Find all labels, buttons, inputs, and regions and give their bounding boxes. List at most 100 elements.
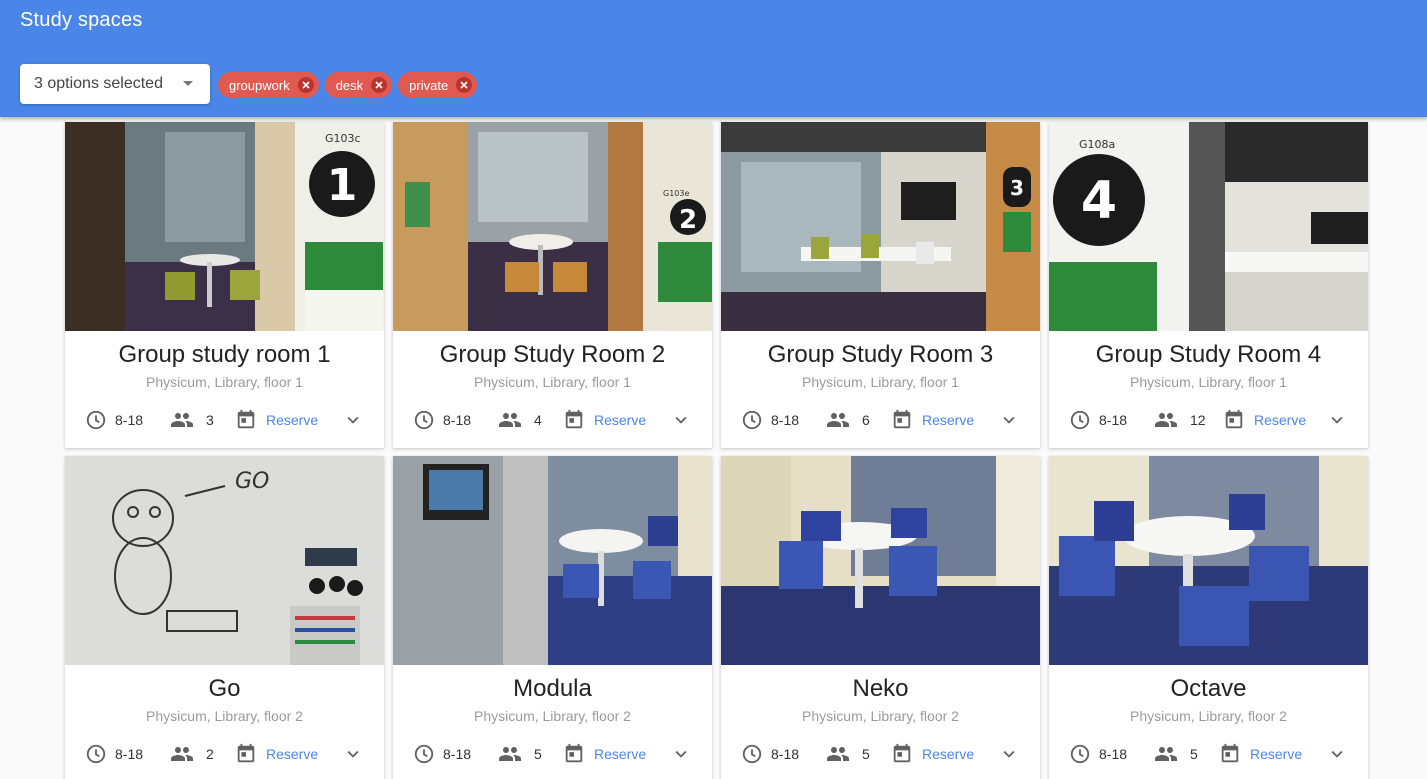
capacity-text: 12 [1190, 412, 1206, 428]
reserve-button[interactable]: Reserve [1254, 412, 1306, 428]
space-name: Modula [513, 675, 592, 702]
space-location: Physicum, Library, floor 1 [1130, 374, 1287, 390]
reserve-link[interactable]: Reserve [1223, 407, 1306, 433]
reserve-button[interactable]: Reserve [922, 412, 974, 428]
card-actions: 8-18 3 Reserve [65, 407, 384, 433]
reserve-link[interactable]: Reserve [563, 741, 646, 767]
opening-hours: 8-18 [85, 741, 143, 767]
space-name: Neko [852, 675, 909, 702]
hours-text: 8-18 [1099, 412, 1128, 428]
space-card: Octave Physicum, Library, floor 2 8-18 5… [1049, 456, 1368, 779]
close-icon[interactable] [456, 77, 473, 93]
space-card: 1 G103c Group study room 1 Physicum, Lib… [65, 122, 384, 448]
capacity: 6 [826, 407, 870, 433]
people-icon [170, 408, 194, 432]
reserve-link[interactable]: Reserve [235, 407, 318, 433]
room-photo: 4 G108a [1049, 122, 1368, 331]
room-photo [1049, 456, 1368, 665]
capacity-text: 5 [862, 746, 870, 762]
chevron-down-icon[interactable] [998, 743, 1020, 770]
chevron-down-icon[interactable] [998, 409, 1020, 436]
space-card: Neko Physicum, Library, floor 2 8-18 5 R… [721, 456, 1040, 779]
filter-chip-private[interactable]: private [398, 72, 478, 98]
capacity: 5 [498, 741, 542, 767]
svg-text:G103e: G103e [663, 189, 689, 198]
reserve-button[interactable]: Reserve [266, 746, 318, 762]
people-icon [826, 408, 850, 432]
calendar-icon [891, 409, 913, 431]
card-actions: 8-18 12 Reserve [1049, 407, 1368, 433]
reserve-button[interactable]: Reserve [922, 746, 974, 762]
reserve-button[interactable]: Reserve [594, 412, 646, 428]
reserve-button[interactable]: Reserve [266, 412, 318, 428]
capacity-text: 5 [1190, 746, 1198, 762]
svg-text:G108a: G108a [1079, 138, 1115, 151]
opening-hours: 8-18 [413, 407, 471, 433]
capacity-text: 6 [862, 412, 870, 428]
card-actions: 8-18 2 Reserve [65, 741, 384, 767]
space-location: Physicum, Library, floor 1 [146, 374, 303, 390]
room-photo: 1 G103c [65, 122, 384, 331]
space-card: GO Go Physicum, Library, floor 2 8-18 2 [65, 456, 384, 779]
reserve-link[interactable]: Reserve [563, 407, 646, 433]
svg-text:2: 2 [679, 205, 697, 235]
hours-text: 8-18 [443, 746, 472, 762]
calendar-icon [235, 743, 257, 765]
close-icon[interactable] [297, 77, 314, 93]
filter-select[interactable]: 3 options selected [20, 64, 210, 104]
opening-hours: 8-18 [85, 407, 143, 433]
space-name: Group study room 1 [118, 341, 331, 368]
space-location: Physicum, Library, floor 2 [1130, 708, 1287, 724]
hours-text: 8-18 [1099, 746, 1128, 762]
reserve-button[interactable]: Reserve [1250, 746, 1302, 762]
reserve-button[interactable]: Reserve [594, 746, 646, 762]
opening-hours: 8-18 [741, 741, 799, 767]
people-icon [498, 742, 522, 766]
filter-select-value: 3 options selected [34, 75, 163, 92]
reserve-link[interactable]: Reserve [1219, 741, 1302, 767]
clock-icon [413, 409, 435, 431]
filter-chip-desk[interactable]: desk [324, 72, 393, 98]
reserve-link[interactable]: Reserve [891, 407, 974, 433]
room-photo: 2 G103e [393, 122, 712, 331]
filter-chip-groupwork[interactable]: groupwork [218, 72, 319, 98]
people-icon [498, 408, 522, 432]
people-icon [1154, 742, 1178, 766]
close-icon[interactable] [371, 77, 388, 93]
space-name: Group Study Room 4 [1095, 341, 1322, 368]
capacity: 5 [1154, 741, 1198, 767]
hours-text: 8-18 [115, 746, 144, 762]
card-actions: 8-18 4 Reserve [393, 407, 712, 433]
room-photo: 3 [721, 122, 1040, 331]
room-photo: GO [65, 456, 384, 665]
hours-text: 8-18 [115, 412, 144, 428]
space-card: 4 G108a Group Study Room 4 Physicum, Lib… [1049, 122, 1368, 448]
chevron-down-icon[interactable] [1326, 409, 1348, 436]
chevron-down-icon[interactable] [1326, 743, 1348, 770]
capacity-text: 5 [534, 746, 542, 762]
clock-icon [85, 743, 107, 765]
capacity: 12 [1154, 407, 1206, 433]
dropdown-arrow-icon [183, 81, 193, 86]
calendar-icon [891, 743, 913, 765]
reserve-link[interactable]: Reserve [891, 741, 974, 767]
chip-label: groupwork [229, 77, 290, 93]
clock-icon [741, 743, 763, 765]
chip-label: private [409, 77, 449, 93]
card-actions: 8-18 5 Reserve [393, 741, 712, 767]
chevron-down-icon[interactable] [670, 743, 692, 770]
space-name: Group Study Room 2 [439, 341, 666, 368]
chevron-down-icon[interactable] [342, 409, 364, 436]
chevron-down-icon[interactable] [342, 743, 364, 770]
room-photo [721, 456, 1040, 665]
calendar-icon [563, 743, 585, 765]
chevron-down-icon[interactable] [670, 409, 692, 436]
calendar-icon [1223, 409, 1245, 431]
space-location: Physicum, Library, floor 2 [146, 708, 303, 724]
reserve-link[interactable]: Reserve [235, 741, 318, 767]
opening-hours: 8-18 [1069, 741, 1127, 767]
capacity: 5 [826, 741, 870, 767]
space-name: Octave [1170, 675, 1247, 702]
capacity-text: 4 [534, 412, 542, 428]
space-location: Physicum, Library, floor 2 [802, 708, 959, 724]
